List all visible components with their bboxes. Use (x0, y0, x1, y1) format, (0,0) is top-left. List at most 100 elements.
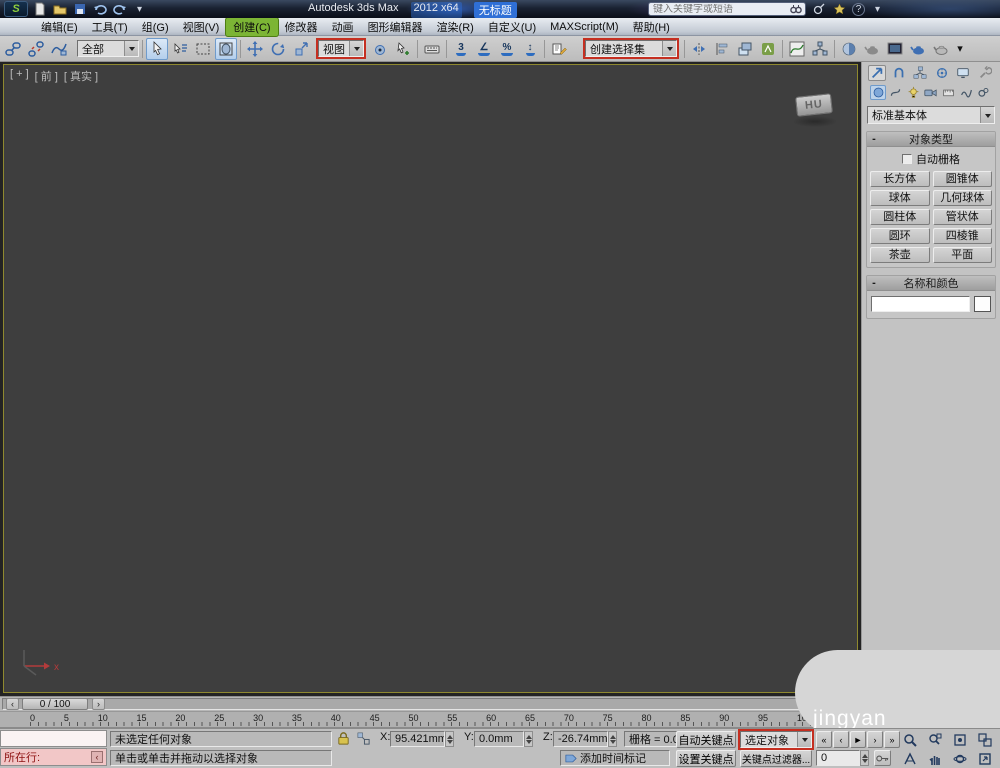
menu-create[interactable]: 创建(C) (226, 17, 278, 36)
open-file-icon[interactable] (51, 2, 68, 17)
object-color-swatch[interactable] (974, 296, 991, 312)
helpers-button[interactable] (941, 85, 957, 100)
toolbar-overflow-arrow-icon[interactable]: ▾ (953, 38, 967, 60)
maxscript-listener-output[interactable] (0, 730, 107, 747)
z-coordinate-field[interactable]: -26.74mm (553, 731, 608, 747)
key-mode-toggle-icon[interactable] (874, 750, 891, 766)
viewport-pov-menu[interactable]: [ 前 ] (35, 68, 58, 84)
systems-button[interactable] (976, 85, 992, 100)
object-name-input[interactable] (871, 296, 970, 312)
zoom-icon[interactable] (898, 731, 921, 748)
menu-views[interactable]: 视图(V) (176, 18, 227, 36)
current-frame-field[interactable]: 0 (816, 750, 860, 766)
pyramid-button[interactable]: 四棱锥 (932, 228, 992, 244)
z-spinner[interactable] (608, 731, 617, 747)
reference-coordinate-arrow-icon[interactable] (349, 41, 363, 56)
named-selection-sets-arrow-icon[interactable] (662, 41, 676, 56)
add-time-tag-field[interactable]: 添加时间标记 (560, 750, 670, 766)
graphite-ribbon-icon[interactable] (757, 38, 779, 60)
select-by-name-icon[interactable] (169, 38, 191, 60)
maximize-viewport-icon[interactable] (973, 750, 996, 767)
goto-start-button[interactable]: « (816, 731, 832, 748)
help-caret-icon[interactable]: ▾ (869, 2, 886, 16)
quick-access-caret-icon[interactable]: ▾ (131, 2, 148, 16)
rectangular-selection-region-icon[interactable] (192, 38, 214, 60)
menu-maxscript[interactable]: MAXScript(M) (543, 20, 625, 34)
lights-button[interactable] (905, 85, 921, 100)
sphere-button[interactable]: 球体 (870, 190, 930, 206)
x-spinner[interactable] (445, 731, 454, 747)
object-category-dropdown[interactable]: 标准基本体 (867, 106, 995, 124)
zoom-all-icon[interactable] (923, 731, 946, 748)
selection-filter-arrow-icon[interactable] (124, 41, 138, 56)
viewport-front[interactable]: [ + ] [ 前 ] [ 真实 ] x HU (3, 64, 858, 693)
redo-icon[interactable] (111, 2, 128, 17)
search-input[interactable] (649, 3, 787, 15)
plane-button[interactable]: 平面 (932, 247, 992, 263)
select-and-move-icon[interactable] (244, 38, 266, 60)
cylinder-button[interactable]: 圆柱体 (870, 209, 930, 225)
bind-to-space-warp-icon[interactable] (48, 38, 70, 60)
object-category-arrow-icon[interactable] (980, 107, 994, 123)
teapot-button[interactable]: 茶壶 (870, 247, 930, 263)
track-bar[interactable]: 0 5 10 15 20 25 30 35 40 45 50 55 60 65 … (0, 711, 861, 728)
create-tab-icon[interactable] (868, 65, 886, 81)
menu-rendering[interactable]: 渲染(R) (430, 18, 481, 36)
use-pivot-point-center-icon[interactable] (369, 38, 391, 60)
schematic-view-icon[interactable] (809, 38, 831, 60)
material-editor-icon[interactable] (838, 38, 860, 60)
hierarchy-tab-icon[interactable] (911, 65, 929, 81)
cone-button[interactable]: 圆锥体 (932, 171, 992, 187)
menu-help[interactable]: 帮助(H) (626, 18, 677, 36)
selection-filter-dropdown[interactable]: 全部 (77, 40, 139, 57)
align-icon[interactable] (711, 38, 733, 60)
listener-scroll-icon[interactable]: ‹ (91, 751, 103, 763)
edit-named-selection-sets-icon[interactable] (548, 38, 570, 60)
x-coordinate-field[interactable]: 95.421mm (390, 731, 445, 747)
shapes-button[interactable] (888, 85, 904, 100)
select-and-scale-icon[interactable] (290, 38, 312, 60)
layer-manager-icon[interactable] (734, 38, 756, 60)
select-and-manipulate-icon[interactable] (392, 38, 414, 60)
set-key-button[interactable]: 设置关键点 (676, 750, 736, 767)
angle-snap-icon[interactable]: ∠ (473, 38, 495, 60)
box-button[interactable]: 长方体 (870, 171, 930, 187)
reference-coordinate-dropdown[interactable]: 视图 (318, 40, 364, 57)
y-spinner[interactable] (524, 731, 533, 747)
menu-graph-editors[interactable]: 图形编辑器 (361, 18, 430, 36)
orbit-icon[interactable] (948, 750, 971, 767)
next-frame-step-icon[interactable]: › (92, 698, 105, 710)
rendered-frame-window-icon[interactable] (884, 38, 906, 60)
window-crossing-icon[interactable] (215, 37, 237, 60)
menu-modifiers[interactable]: 修改器 (278, 18, 325, 36)
menu-tools[interactable]: 工具(T) (85, 18, 135, 36)
y-coordinate-field[interactable]: 0.0mm (474, 731, 524, 747)
maxscript-listener-input[interactable]: 所在行: ‹ (0, 748, 107, 766)
menu-edit[interactable]: 编辑(E) (34, 18, 85, 36)
previous-frame-button[interactable]: ‹ (833, 731, 849, 748)
menu-animation[interactable]: 动画 (325, 18, 361, 36)
curve-editor-icon[interactable] (786, 38, 808, 60)
motion-tab-icon[interactable] (933, 65, 951, 81)
pan-icon[interactable] (923, 750, 946, 767)
zoom-extents-all-icon[interactable] (973, 731, 996, 748)
object-type-rollout-header[interactable]: - 对象类型 (867, 132, 995, 147)
name-color-rollout-header[interactable]: - 名称和颜色 (867, 276, 995, 291)
time-slider-track[interactable] (2, 698, 858, 710)
search-binoculars-icon[interactable] (787, 4, 805, 14)
save-file-icon[interactable] (71, 2, 88, 17)
communication-center-icon[interactable] (810, 2, 827, 16)
select-object-button[interactable] (146, 37, 168, 60)
absolute-offset-toggle-icon[interactable] (356, 731, 371, 746)
named-selection-sets-dropdown[interactable]: 创建选择集 (585, 40, 677, 57)
render-iterative-icon[interactable] (930, 38, 952, 60)
selected-filter-dropdown[interactable]: 选定对象 (740, 731, 812, 748)
time-slider-handle[interactable]: 0 / 100 (22, 698, 88, 710)
selected-filter-arrow-icon[interactable] (797, 732, 811, 747)
key-filters-button[interactable]: 关键点过滤器... (740, 750, 812, 767)
select-and-link-icon[interactable] (2, 38, 24, 60)
utilities-tab-icon[interactable] (976, 65, 994, 81)
snaps-toggle-3d-icon[interactable]: 3 (450, 38, 472, 60)
viewport-general-menu[interactable]: [ + ] (10, 68, 29, 84)
modify-tab-icon[interactable] (890, 65, 908, 81)
